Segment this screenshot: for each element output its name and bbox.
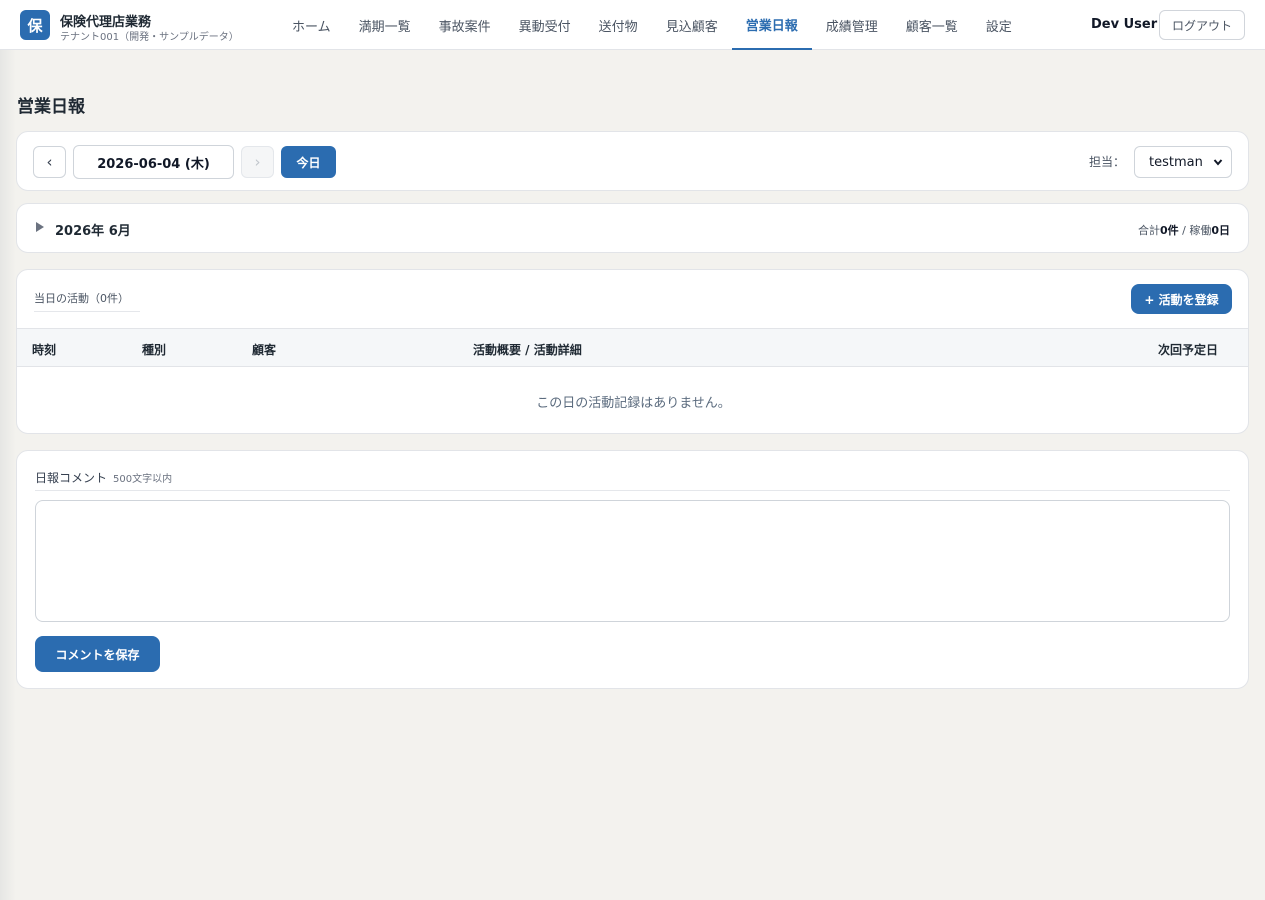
top-header: 保 保険代理店業務 テナント001（開発・サンプルデータ） ホーム 満期一覧 事…: [0, 0, 1265, 50]
nav-item-daily-report[interactable]: 営業日報: [731, 0, 812, 50]
nav-item-home[interactable]: ホーム: [278, 0, 345, 50]
total-prefix: 合計: [1137, 224, 1160, 237]
date-navigation-card: ‹ 2026-06-04 (木) › 今日 担当： testman: [16, 131, 1249, 191]
nav-item-accidents[interactable]: 事故案件: [425, 0, 505, 50]
activity-section-title: 当日の活動（0件）: [34, 290, 140, 312]
total-value: 0件: [1159, 224, 1179, 237]
logout-button[interactable]: ログアウト: [1159, 10, 1245, 40]
save-comment-button[interactable]: コメントを保存: [35, 636, 160, 672]
prev-day-button[interactable]: ‹: [33, 146, 66, 178]
nav-item-performance[interactable]: 成績管理: [812, 0, 892, 50]
month-summary-card[interactable]: 2026年 6月 合計0件 / 稼働0日: [16, 203, 1249, 253]
today-button[interactable]: 今日: [281, 146, 336, 178]
empty-activity-message: この日の活動記録はありません。: [536, 396, 731, 411]
comment-card: 日報コメント 500文字以内 コメントを保存: [16, 450, 1249, 689]
nav-item-settings[interactable]: 設定: [972, 0, 1026, 50]
column-header-next-date: 次回予定日: [1158, 343, 1219, 357]
user-name: Dev User: [1091, 17, 1158, 32]
column-header-type: 種別: [142, 343, 167, 357]
main-nav: ホーム 満期一覧 事故案件 異動受付 送付物 見込顧客 営業日報 成績管理 顧客…: [278, 0, 1026, 50]
nav-item-customers[interactable]: 顧客一覧: [892, 0, 972, 50]
assignee-value: testman: [1149, 154, 1203, 170]
month-label: 2026年 6月: [55, 224, 131, 239]
working-prefix: 稼働: [1189, 224, 1212, 237]
column-header-customer: 顧客: [252, 343, 277, 357]
stats-separator: /: [1178, 224, 1190, 237]
column-header-summary: 活動概要 / 活動詳細: [473, 343, 582, 357]
nav-item-mailings[interactable]: 送付物: [585, 0, 652, 50]
tenant-subtitle: テナント001（開発・サンプルデータ）: [60, 32, 239, 43]
page-title: 営業日報: [17, 97, 85, 117]
activity-card: 当日の活動（0件） + 活動を登録 時刻 種別 顧客 活動概要 / 活動詳細 次…: [16, 269, 1249, 434]
next-day-button[interactable]: ›: [241, 146, 274, 178]
chevron-down-icon: [1213, 159, 1223, 166]
app-logo: 保: [20, 10, 50, 40]
comment-label: 日報コメント 500文字以内: [35, 469, 1230, 491]
comment-label-text: 日報コメント: [35, 471, 108, 485]
comment-textarea[interactable]: [35, 500, 1230, 622]
add-activity-button[interactable]: + 活動を登録: [1131, 284, 1232, 314]
left-edge-shadow: [0, 50, 16, 900]
assignee-select[interactable]: testman: [1134, 146, 1232, 178]
nav-item-changes[interactable]: 異動受付: [505, 0, 585, 50]
comment-hint: 500文字以内: [113, 474, 173, 485]
month-stats: 合計0件 / 稼働0日: [1138, 222, 1230, 238]
expand-triangle-icon[interactable]: [35, 221, 45, 233]
working-value: 0日: [1211, 224, 1230, 237]
nav-item-prospects[interactable]: 見込顧客: [652, 0, 732, 50]
date-field[interactable]: 2026-06-04 (木): [73, 145, 234, 179]
assignee-label: 担当：: [1089, 155, 1126, 169]
activity-table-header: 時刻 種別 顧客 活動概要 / 活動詳細 次回予定日: [17, 328, 1248, 367]
nav-item-renewals[interactable]: 満期一覧: [345, 0, 425, 50]
column-header-time: 時刻: [32, 343, 57, 357]
